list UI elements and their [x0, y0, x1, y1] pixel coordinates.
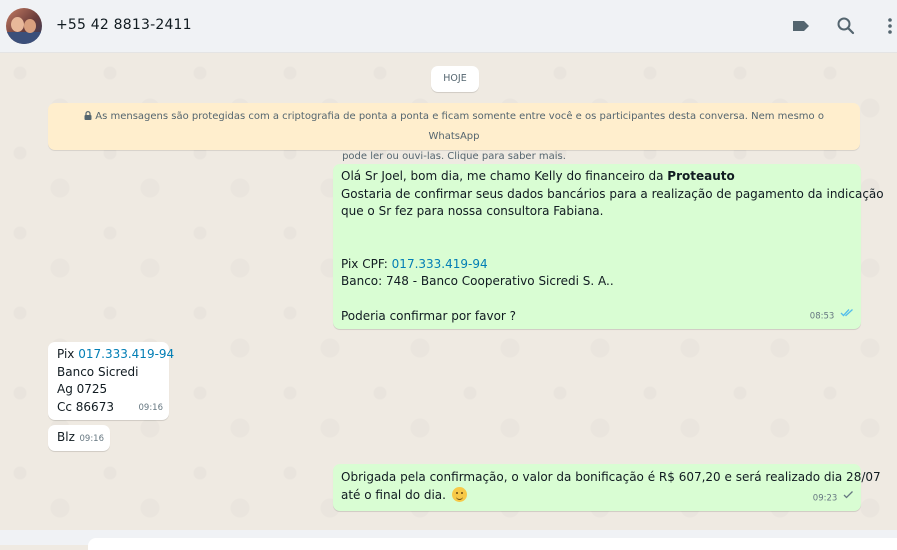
pix-number-link[interactable]: 017.333.419-94: [392, 257, 488, 271]
single-check-icon: [843, 489, 854, 507]
message-meta: 09:23: [813, 489, 854, 508]
menu-icon[interactable]: [880, 16, 896, 36]
message-text: Banco: 748 - Banco Cooperativo Sicredi S…: [341, 274, 614, 288]
message-line: Pix CPF: 017.333.419-94: [341, 256, 853, 274]
chat-area[interactable]: HOJE As mensagens são protegidas com a c…: [0, 53, 897, 530]
message-text: Olá Sr Joel, bom dia, me chamo Kelly do …: [341, 169, 668, 183]
company-name: Proteauto: [667, 169, 735, 183]
message-time: 09:16: [138, 402, 164, 413]
pix-number-link[interactable]: 017.333.419-94: [78, 347, 174, 361]
lock-icon: [84, 111, 95, 122]
message-bubble-outgoing[interactable]: Olá Sr Joel, bom dia, me chamo Kelly do …: [333, 164, 884, 329]
message-bubble-incoming[interactable]: Pix 017.333.419-94 Banco Sicredi Ag 0725…: [48, 342, 174, 420]
label-icon[interactable]: [791, 16, 811, 36]
message-bubble-incoming[interactable]: Blz 09:16: [48, 425, 110, 451]
message-time: 08:53: [809, 311, 835, 322]
encryption-notice-line1: As mensagens são protegidas com a cripto…: [95, 111, 824, 142]
contact-avatar[interactable]: [6, 8, 42, 44]
message-text: Ag 0725: [57, 382, 108, 396]
message-text: Pix CPF:: [341, 256, 392, 271]
message-line: até o final do dia.: [341, 486, 853, 505]
message-text: Obrigada pela confirmação, o valor da bo…: [341, 470, 881, 484]
message-text: Blz: [57, 430, 75, 444]
date-chip: HOJE: [431, 66, 479, 92]
message-text: Pix: [57, 347, 79, 361]
chat-header: +55 42 8813-2411: [0, 0, 897, 53]
double-check-read-icon: [840, 307, 854, 325]
smiling-face-emoji-icon: [451, 486, 467, 502]
message-text: Gostaria de confirmar seus dados bancári…: [341, 186, 884, 201]
message-text: Poderia confirmar por favor ?: [341, 309, 517, 323]
message-bubble-outgoing[interactable]: Obrigada pela confirmação, o valor da bo…: [333, 464, 881, 511]
message-text: até o final do dia.: [341, 487, 446, 502]
message-time: 09:16: [79, 433, 105, 444]
message-line: Pix 017.333.419-94: [57, 346, 174, 364]
encryption-notice[interactable]: As mensagens são protegidas com a cripto…: [48, 103, 860, 162]
message-composer: [0, 530, 897, 550]
encryption-notice-line2: pode ler ou ouvi-las. Clique para saber …: [342, 151, 566, 162]
message-text: que o Sr fez para nossa consultora Fabia…: [341, 204, 604, 218]
search-icon[interactable]: [836, 16, 856, 36]
message-time: 09:23: [812, 493, 838, 504]
message-text: Banco Sicredi: [57, 364, 139, 379]
contact-name[interactable]: +55 42 8813-2411: [56, 17, 192, 33]
message-meta: 08:53: [810, 307, 854, 326]
message-input[interactable]: [88, 538, 897, 550]
message-line: Olá Sr Joel, bom dia, me chamo Kelly do …: [341, 168, 853, 186]
